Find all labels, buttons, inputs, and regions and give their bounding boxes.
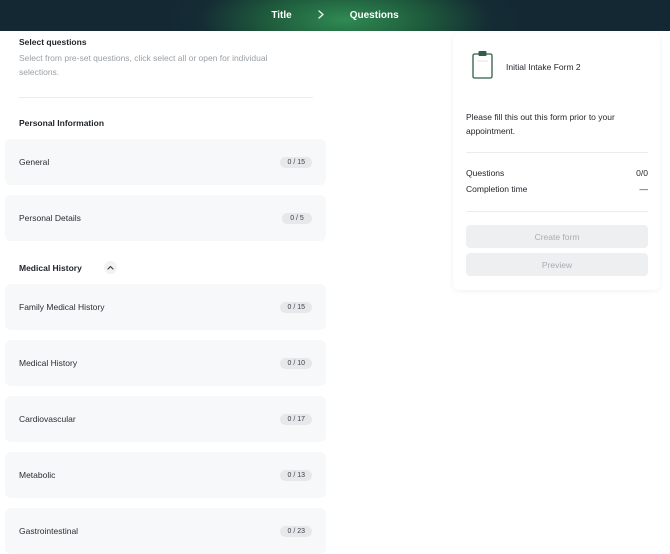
section-title-text: Personal Information <box>19 118 105 128</box>
preview-button[interactable]: Preview <box>466 253 648 276</box>
select-questions-description: Select from pre-set questions, click sel… <box>19 53 268 77</box>
category-card-personal-details[interactable]: Personal Details 0 / 5 <box>5 195 326 241</box>
category-card-medical-history[interactable]: Medical History 0 / 10 <box>5 340 326 386</box>
chevron-up-icon[interactable] <box>103 261 117 274</box>
create-form-button[interactable]: Create form <box>466 225 648 248</box>
top-header: Title Questions <box>0 0 670 31</box>
category-card-cardiovascular[interactable]: Cardiovascular 0 / 17 <box>5 396 326 442</box>
stat-value: 0/0 <box>636 168 648 178</box>
card-label: Medical History <box>19 358 78 368</box>
stat-label: Questions <box>466 168 505 178</box>
card-label: Metabolic <box>19 470 56 480</box>
section-title-personal-information: Personal Information <box>19 118 104 128</box>
count-badge: 0 / 10 <box>280 357 312 369</box>
divider <box>466 211 648 212</box>
card-label: Cardiovascular <box>19 414 76 424</box>
section-title-text: Medical History <box>19 262 82 273</box>
form-name: Initial Intake Form 2 <box>506 62 581 72</box>
breadcrumb-questions[interactable]: Questions <box>350 10 399 21</box>
breadcrumb: Title Questions <box>271 9 399 22</box>
chevron-right-icon <box>318 9 324 22</box>
count-badge: 0 / 15 <box>280 156 312 168</box>
count-badge: 0 / 13 <box>280 469 312 481</box>
card-label: Personal Details <box>19 213 81 223</box>
category-card-general[interactable]: General 0 / 15 <box>5 139 326 185</box>
category-card-family-medical-history[interactable]: Family Medical History 0 / 15 <box>5 284 326 330</box>
category-card-gastrointestinal[interactable]: Gastrointestinal 0 / 23 <box>5 508 326 554</box>
stat-completion-time: Completion time — <box>466 184 648 194</box>
count-badge: 0 / 5 <box>282 212 312 224</box>
select-questions-title: Select questions <box>19 37 87 47</box>
category-card-metabolic[interactable]: Metabolic 0 / 13 <box>5 452 326 498</box>
section-title-medical-history: Medical History <box>19 261 117 274</box>
card-label: General <box>19 157 50 167</box>
divider <box>466 152 648 153</box>
count-badge: 0 / 17 <box>280 413 312 425</box>
card-label: Family Medical History <box>19 302 105 312</box>
stat-questions: Questions 0/0 <box>466 168 648 178</box>
breadcrumb-title[interactable]: Title <box>271 10 291 21</box>
form-header: Initial Intake Form 2 <box>472 50 581 84</box>
clipboard-icon <box>472 50 493 84</box>
stat-value: — <box>639 184 649 194</box>
count-badge: 0 / 15 <box>280 301 312 313</box>
form-description: Please fill this out this form prior to … <box>466 112 615 136</box>
count-badge: 0 / 23 <box>280 525 312 537</box>
divider <box>19 97 313 98</box>
form-summary-panel: Initial Intake Form 2 Please fill this o… <box>453 33 660 290</box>
stat-label: Completion time <box>466 184 528 194</box>
card-label: Gastrointestinal <box>19 526 79 536</box>
